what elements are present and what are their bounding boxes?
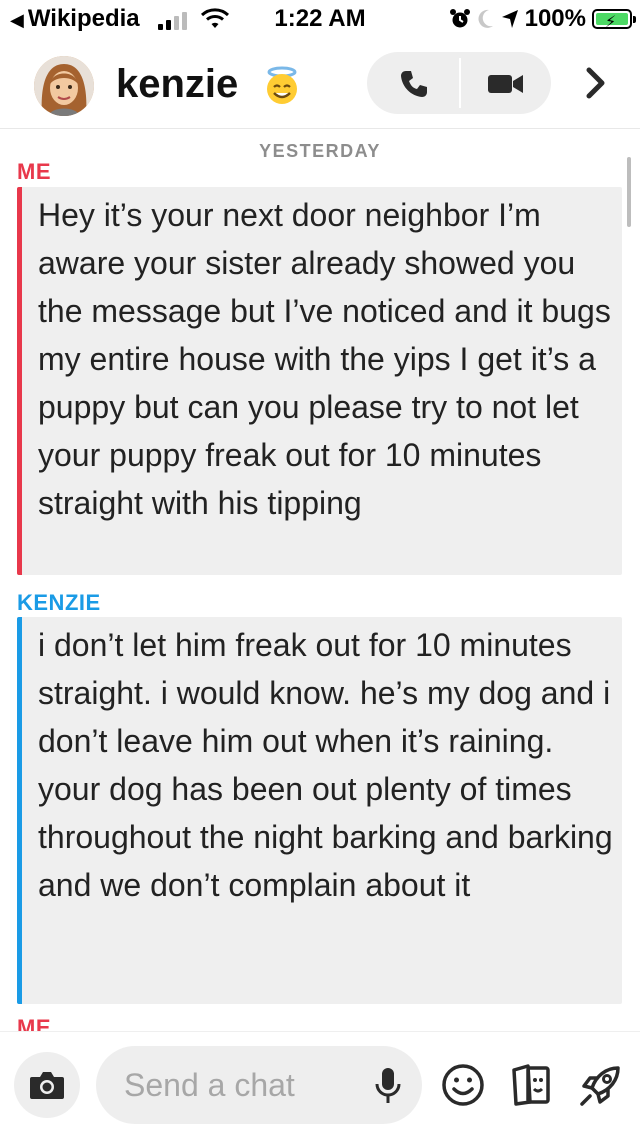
video-call-button[interactable]	[461, 52, 551, 114]
emoji-button[interactable]	[440, 1062, 486, 1108]
chevron-right-icon	[586, 67, 605, 99]
chat-area[interactable]: YESTERDAY ME Hey it’s your next door nei…	[0, 129, 640, 1031]
alarm-icon	[449, 9, 470, 28]
status-right-group: 100% ⚡	[449, 4, 636, 34]
bitmoji-avatar[interactable]	[34, 56, 94, 116]
call-pill	[367, 52, 551, 114]
battery-percent: 100%	[524, 5, 586, 32]
message-text: i don’t let him freak out for 10 minutes…	[38, 627, 613, 903]
microphone-button[interactable]	[370, 1066, 406, 1106]
halo-smiley-emoji	[262, 66, 302, 106]
video-camera-icon	[488, 75, 523, 93]
input-bar	[0, 1031, 640, 1137]
chevron-right-button[interactable]	[572, 60, 618, 106]
emoji-icon	[442, 1064, 484, 1106]
location-arrow-icon	[501, 10, 518, 28]
microphone-icon	[375, 1068, 401, 1103]
sticker-icon	[512, 1064, 550, 1106]
camera-icon	[30, 1072, 64, 1099]
camera-button[interactable]	[14, 1052, 80, 1118]
status-bar: ◀ Wikipedia 1:22 AM 100% ⚡	[0, 0, 640, 38]
message-me[interactable]: Hey it’s your next door neighbor I’m awa…	[17, 187, 622, 575]
moon-icon	[478, 9, 493, 28]
rocket-button[interactable]	[576, 1062, 624, 1110]
phone-icon	[401, 71, 427, 97]
phone-call-button[interactable]	[367, 52, 459, 114]
rocket-icon	[580, 1066, 620, 1106]
battery-icon: ⚡	[592, 9, 636, 31]
sender-label-me-partial: ME	[17, 1015, 51, 1031]
chat-header: kenzie	[0, 38, 640, 129]
sender-label-me: ME	[17, 159, 51, 184]
sender-label-kenzie: KENZIE	[17, 590, 101, 615]
sticker-button[interactable]	[508, 1062, 554, 1108]
scrollbar[interactable]	[627, 157, 631, 227]
message-kenzie[interactable]: i don’t let him freak out for 10 minutes…	[17, 617, 622, 1004]
message-text: Hey it’s your next door neighbor I’m awa…	[38, 197, 611, 521]
date-separator: YESTERDAY	[259, 141, 381, 161]
contact-name[interactable]: kenzie	[116, 60, 238, 108]
